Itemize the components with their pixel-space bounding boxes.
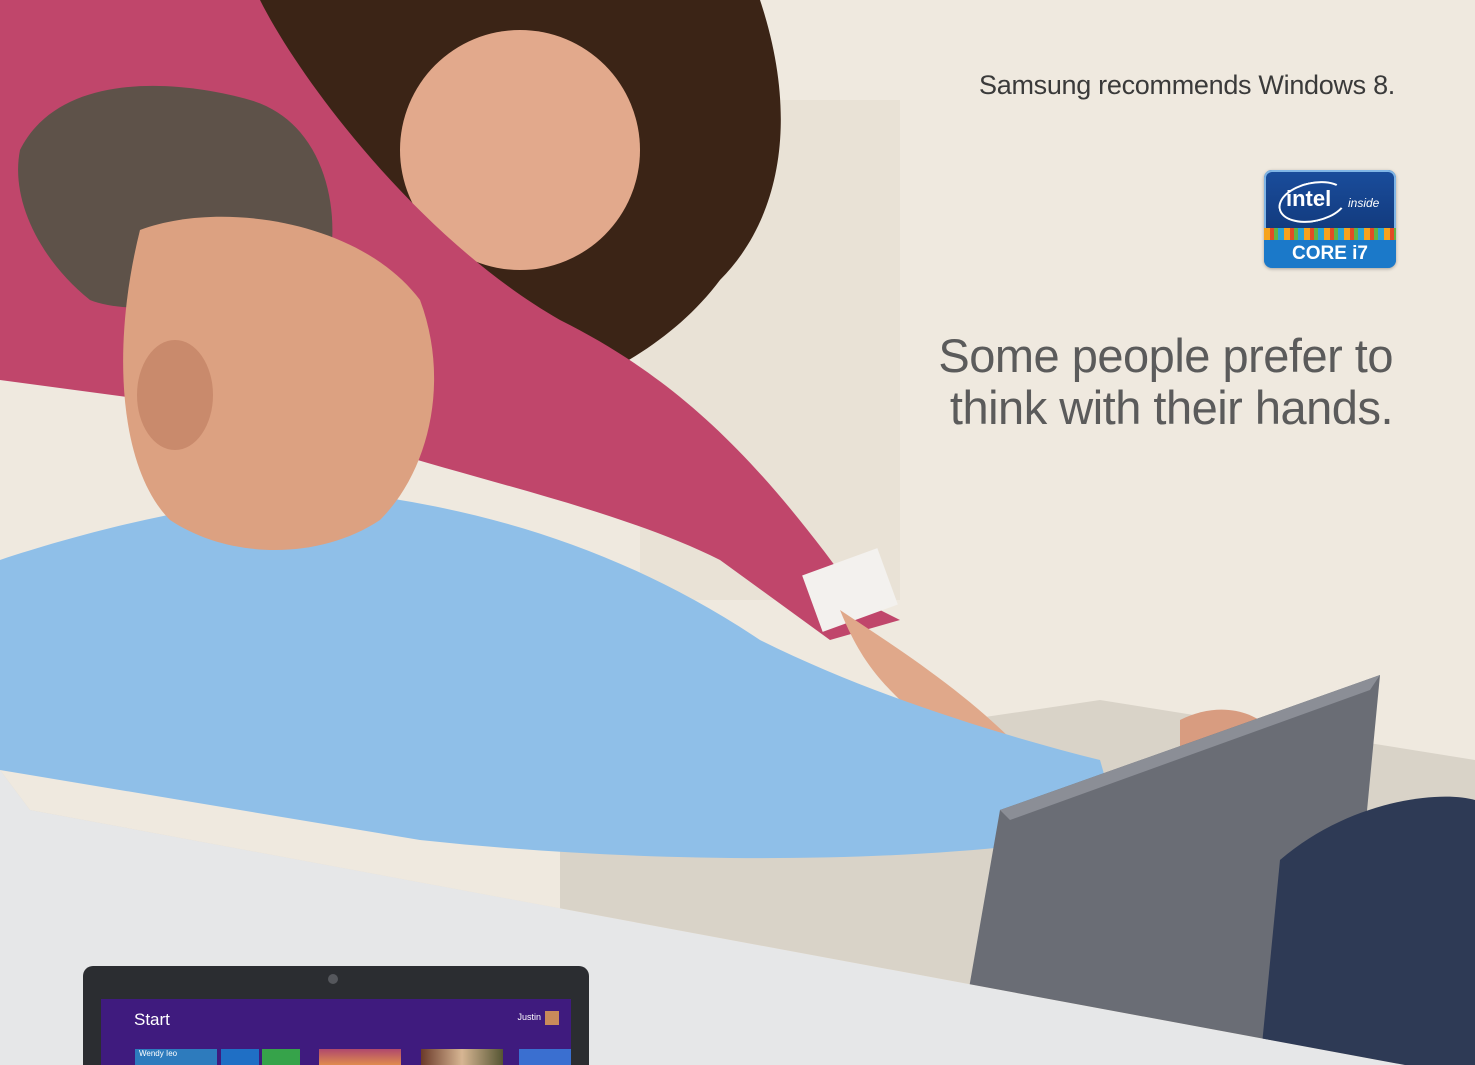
core-model-label: CORE i7 [1264,240,1396,268]
headline-line-1: Some people prefer to [938,329,1393,382]
chip-band [1264,228,1396,240]
hero-photo-illustration [0,0,1475,1065]
tile-internet-explorer-icon [221,1049,259,1065]
tile-store-icon [262,1049,300,1065]
tagline: Samsung recommends Windows 8. [979,70,1395,100]
man-ear [137,340,213,450]
hero-photo [0,0,1475,1065]
user-name: Justin [517,1012,541,1022]
webcam-icon [328,974,338,984]
headline: Some people prefer to think with their h… [938,330,1393,434]
intel-core-i7-icon: intel inside CORE i7 [1264,170,1396,268]
inside-wordmark: inside [1348,196,1380,210]
laptop-preview: Start Justin Wendy Ieo [83,966,589,1065]
headline-line-2: think with their hands. [949,381,1394,434]
tile-pictures [421,1049,503,1065]
intel-wordmark: intel [1286,186,1332,211]
tile-desktop [519,1049,571,1065]
start-label: Start [134,1010,170,1029]
windows-start-screen: Start Justin Wendy Ieo [101,999,571,1065]
tile-photos [319,1049,401,1065]
tile-people: Wendy Ieo [135,1049,217,1065]
user-avatar [545,1011,559,1025]
